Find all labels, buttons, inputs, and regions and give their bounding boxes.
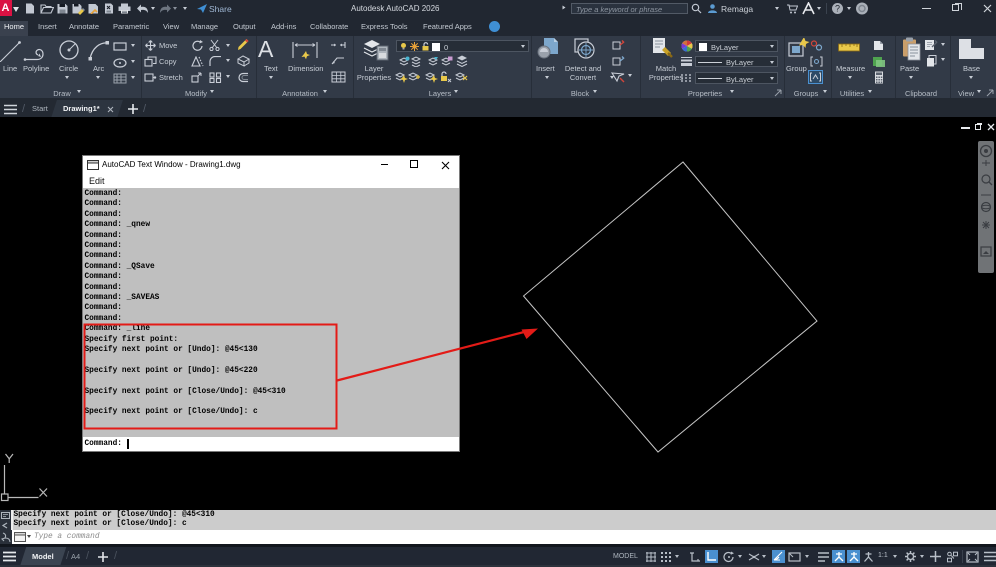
svg-text:?: ? bbox=[835, 4, 840, 14]
